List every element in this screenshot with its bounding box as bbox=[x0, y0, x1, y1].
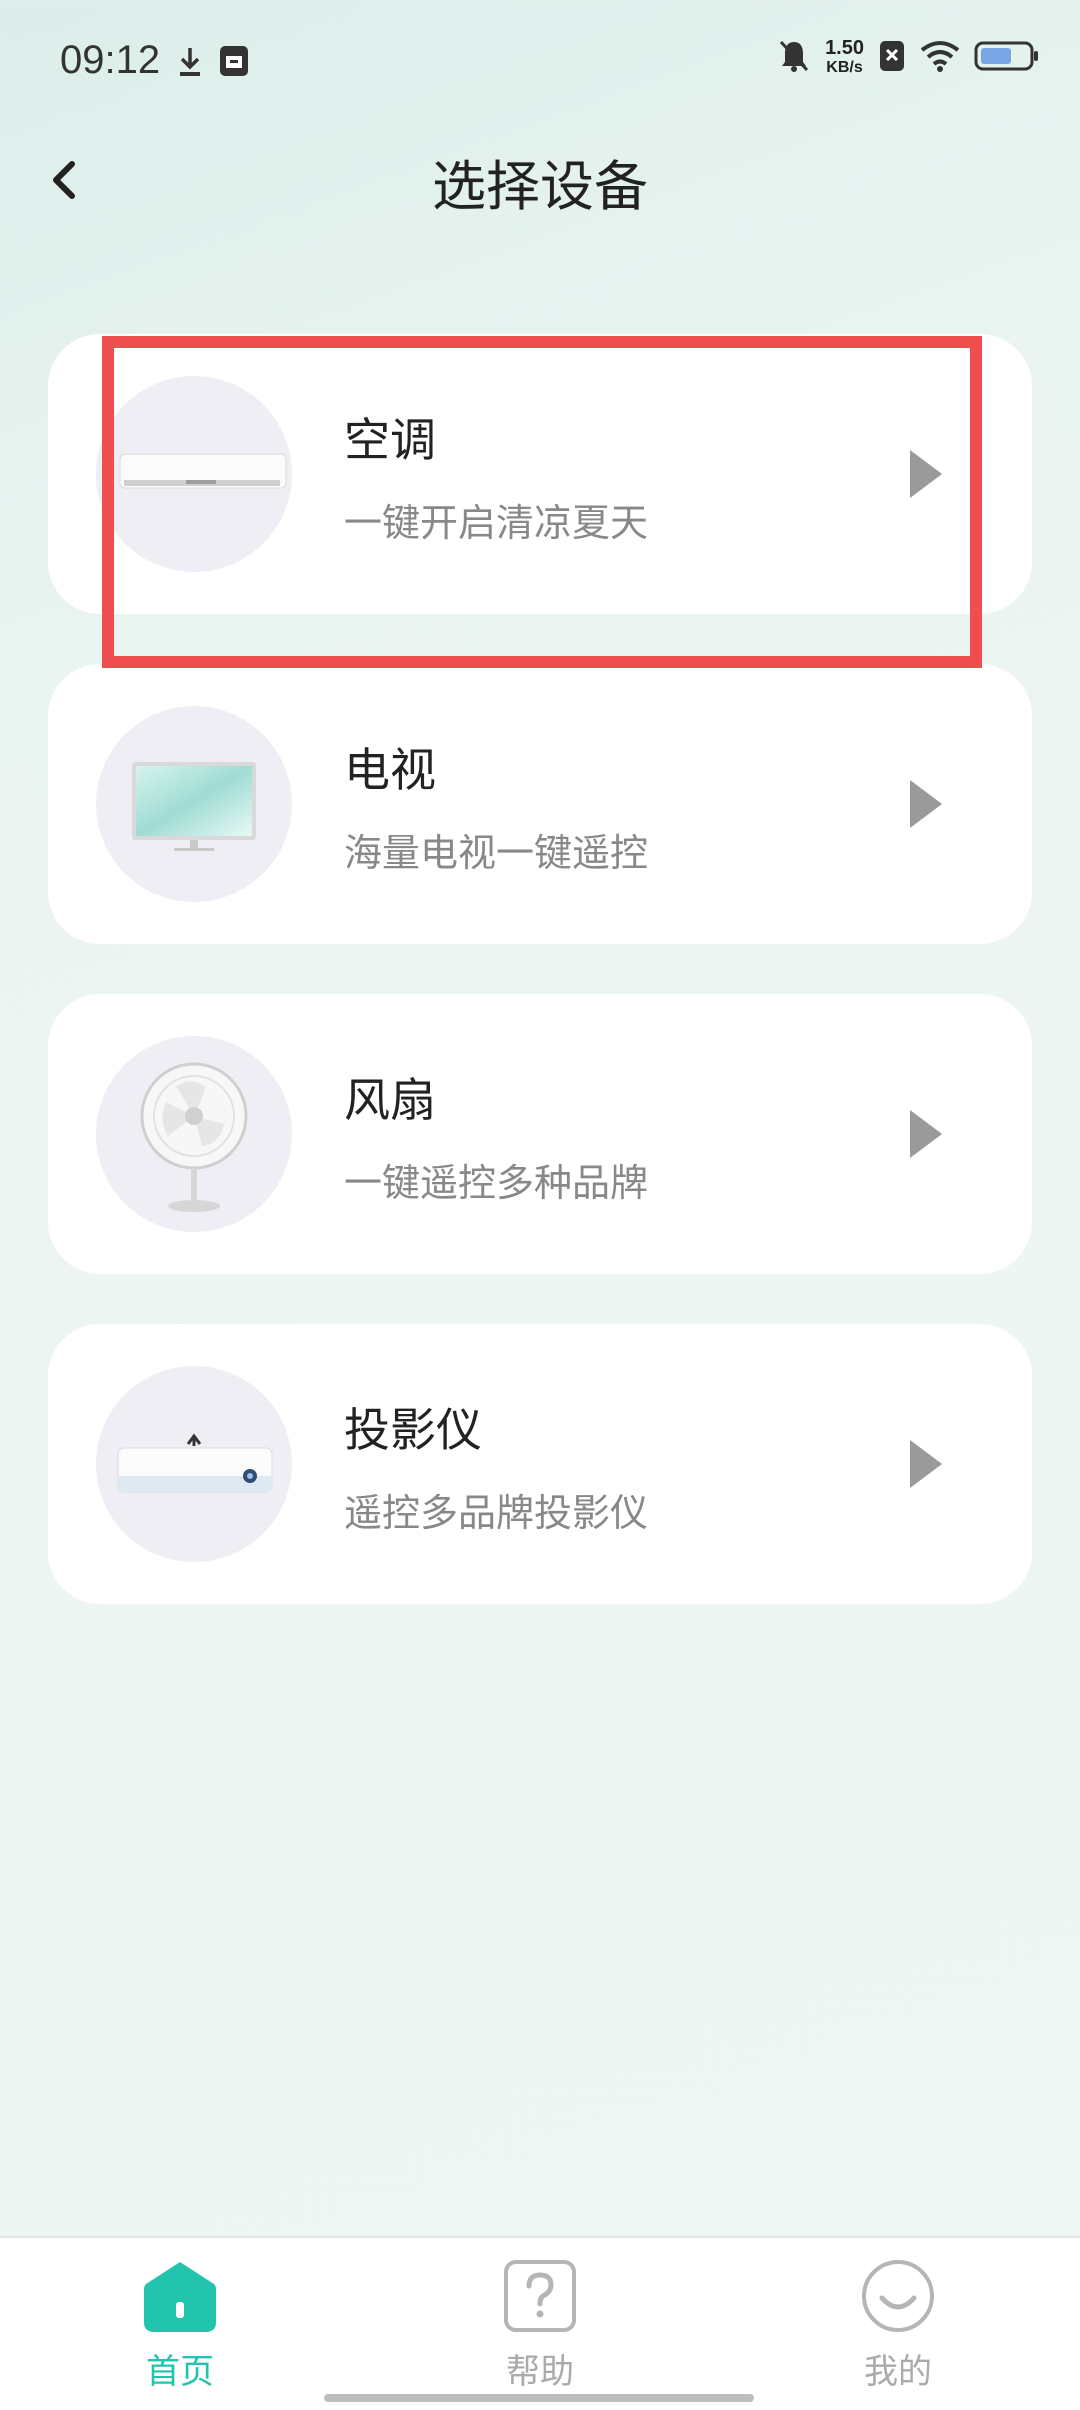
status-time: 09:12 bbox=[60, 38, 161, 82]
play-arrow-icon bbox=[910, 1440, 942, 1488]
sim-x-icon bbox=[878, 39, 906, 77]
net-speed-unit: KB/s bbox=[826, 59, 863, 76]
bottom-nav: 首页 帮助 我的 bbox=[0, 2236, 1080, 2410]
device-title: 投影仪 bbox=[344, 1403, 482, 1457]
nav-help[interactable]: 帮助 bbox=[440, 2258, 640, 2393]
net-speed-value: 1.50 bbox=[825, 37, 864, 59]
wifi-icon bbox=[920, 40, 960, 76]
device-subtitle: 遥控多品牌投影仪 bbox=[344, 1491, 649, 1535]
status-right-group: 1.50 KB/s bbox=[777, 38, 1040, 78]
fan-image bbox=[96, 1036, 292, 1232]
device-subtitle: 一键遥控多种品牌 bbox=[344, 1161, 649, 1205]
help-icon bbox=[502, 2258, 578, 2334]
device-subtitle: 海量电视一键遥控 bbox=[344, 831, 649, 875]
play-arrow-icon bbox=[910, 1110, 942, 1158]
device-card-fan[interactable]: 风扇 一键遥控多种品牌 bbox=[48, 994, 1032, 1274]
status-bar: 09:12 1.50 KB/s bbox=[0, 0, 1080, 120]
profile-icon bbox=[860, 2258, 936, 2334]
nav-profile[interactable]: 我的 bbox=[798, 2258, 998, 2393]
net-speed: 1.50 KB/s bbox=[825, 38, 864, 78]
mute-bell-icon bbox=[777, 38, 811, 78]
play-arrow-icon bbox=[910, 780, 942, 828]
home-indicator[interactable] bbox=[324, 2394, 754, 2402]
highlight-box bbox=[102, 336, 982, 668]
device-card-projector[interactable]: 投影仪 遥控多品牌投影仪 bbox=[48, 1324, 1032, 1604]
home-icon bbox=[142, 2258, 218, 2334]
nav-label: 首页 bbox=[146, 2352, 214, 2392]
tv-image bbox=[96, 706, 292, 902]
nav-label: 帮助 bbox=[506, 2352, 574, 2392]
battery-icon bbox=[974, 40, 1040, 76]
nav-home[interactable]: 首页 bbox=[80, 2258, 280, 2393]
device-title: 电视 bbox=[344, 743, 436, 797]
download-icon bbox=[176, 44, 204, 84]
nav-label: 我的 bbox=[864, 2352, 932, 2392]
storage-icon bbox=[218, 44, 250, 82]
device-card-tv[interactable]: 电视 海量电视一键遥控 bbox=[48, 664, 1032, 944]
projector-image bbox=[96, 1366, 292, 1562]
page-title: 选择设备 bbox=[432, 155, 648, 218]
device-title: 风扇 bbox=[344, 1073, 436, 1127]
